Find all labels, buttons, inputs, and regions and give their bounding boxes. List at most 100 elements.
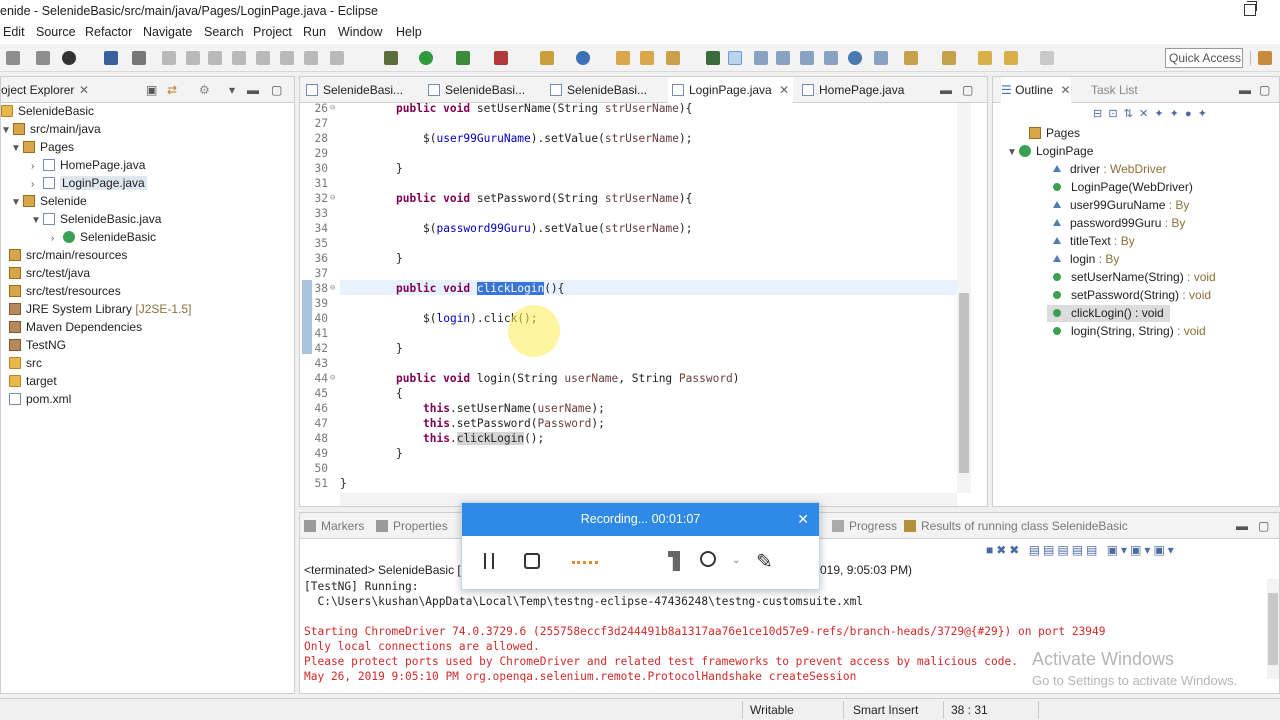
pause-icon[interactable] bbox=[484, 553, 494, 569]
new-java-project-icon[interactable] bbox=[540, 51, 554, 65]
filter-icon[interactable]: ⚙ bbox=[199, 83, 210, 97]
resume-icon[interactable] bbox=[162, 51, 176, 65]
suspend-icon[interactable] bbox=[186, 51, 200, 65]
perspective-icon[interactable] bbox=[1258, 51, 1272, 65]
tree-item-project[interactable]: SelenideBasic bbox=[1, 103, 94, 120]
new-icon[interactable] bbox=[6, 51, 20, 65]
tree-item-loginpage[interactable]: › LoginPage.java bbox=[31, 175, 147, 192]
chevron-right-icon[interactable]: › bbox=[31, 176, 41, 193]
tree-item-src-main-java[interactable]: ▼ src/main/java bbox=[1, 121, 101, 138]
open-type-icon[interactable] bbox=[616, 51, 630, 65]
menu-run[interactable]: Run bbox=[303, 25, 326, 39]
chevron-down-icon[interactable]: ▼ bbox=[11, 194, 21, 211]
search-icon[interactable] bbox=[666, 51, 680, 65]
tree-item-selenide[interactable]: ▼ Selenide bbox=[11, 193, 87, 210]
show-whitespace-icon[interactable] bbox=[754, 51, 768, 65]
tree-item-src-main-resources[interactable]: src/main/resources bbox=[9, 247, 127, 264]
close-tab-icon[interactable]: ✕ bbox=[79, 83, 89, 97]
tree-item-pom[interactable]: pom.xml bbox=[9, 391, 71, 408]
restore-window-icon[interactable] bbox=[1244, 1, 1257, 16]
task-list-tab[interactable]: Task List bbox=[1091, 83, 1138, 97]
outline-field-user[interactable]: user99GuruName : By bbox=[1053, 197, 1189, 214]
menu-refactor[interactable]: Refactor bbox=[85, 25, 132, 39]
chevron-down-icon[interactable]: ▼ bbox=[11, 140, 21, 157]
highlight-icon[interactable] bbox=[728, 51, 742, 65]
chevron-down-icon[interactable]: ▼ bbox=[1, 122, 11, 139]
step-return-icon[interactable] bbox=[304, 51, 318, 65]
outline-field-login[interactable]: login : By bbox=[1053, 251, 1119, 268]
maximize-icon[interactable]: ▢ bbox=[962, 83, 973, 97]
step-into-icon[interactable] bbox=[256, 51, 270, 65]
outline-field-driver[interactable]: driver : WebDriver bbox=[1053, 161, 1166, 178]
next-annotation-icon[interactable] bbox=[904, 51, 918, 65]
outline-method-setusername[interactable]: setUserName(String) : void bbox=[1053, 269, 1216, 286]
progress-tab[interactable]: Progress bbox=[832, 519, 897, 533]
link-editor-icon[interactable]: ⇄ bbox=[167, 83, 177, 97]
maximize-icon[interactable]: ▢ bbox=[1258, 519, 1269, 533]
editor-tab-selenidebasic-3[interactable]: SelenideBasi... bbox=[550, 83, 647, 97]
drop-to-frame-icon[interactable] bbox=[330, 51, 344, 65]
vertical-scrollbar[interactable] bbox=[957, 103, 971, 493]
properties-tab[interactable]: Properties bbox=[376, 519, 448, 533]
camera-icon[interactable] bbox=[668, 551, 680, 571]
outline-method-clicklogin[interactable]: clickLogin() : void bbox=[1047, 305, 1170, 322]
chevron-right-icon[interactable]: › bbox=[31, 158, 41, 175]
webcam-icon[interactable] bbox=[700, 551, 716, 567]
outline-tab[interactable]: ☰ Outline ✕ bbox=[1001, 77, 1071, 103]
menu-edit[interactable]: Edit bbox=[3, 25, 25, 39]
collapse-all-icon[interactable]: ▣ bbox=[146, 83, 157, 97]
tree-item-testng[interactable]: TestNG bbox=[9, 337, 66, 354]
save-icon[interactable] bbox=[36, 51, 50, 65]
close-tab-icon[interactable]: ✕ bbox=[1060, 83, 1070, 97]
outline-toolbar[interactable]: ⊟ ⊡ ⇅ ✕ ✦ ✦ ● ✦ bbox=[1093, 107, 1273, 123]
tree-item-target[interactable]: target bbox=[9, 373, 57, 390]
maximize-icon[interactable]: ▢ bbox=[1259, 83, 1270, 97]
outline-class[interactable]: ▼ LoginPage bbox=[1007, 143, 1093, 160]
editor-tab-homepage[interactable]: HomePage.java bbox=[802, 83, 904, 97]
menu-window[interactable]: Window bbox=[338, 25, 382, 39]
chevron-down-icon[interactable]: ▼ bbox=[31, 212, 41, 229]
tree-item-jre-library[interactable]: JRE System Library [J2SE-1.5] bbox=[9, 301, 191, 318]
project-explorer-tab[interactable]: oject Explorer bbox=[1, 83, 74, 97]
outline-package[interactable]: Pages bbox=[1029, 125, 1080, 142]
word-wrap-icon[interactable] bbox=[824, 51, 838, 65]
web-browser-icon[interactable] bbox=[848, 51, 862, 65]
menu-search[interactable]: Search bbox=[204, 25, 244, 39]
minimize-icon[interactable]: ▬ bbox=[1236, 519, 1248, 533]
open-task-icon[interactable] bbox=[640, 51, 654, 65]
tree-item-maven-deps[interactable]: Maven Dependencies bbox=[9, 319, 142, 336]
toggle-mark-icon[interactable] bbox=[800, 51, 814, 65]
back-icon[interactable] bbox=[1004, 51, 1018, 65]
minimize-icon[interactable]: ▬ bbox=[247, 83, 259, 97]
markers-tab[interactable]: Markers bbox=[304, 519, 364, 533]
minimize-icon[interactable]: ▬ bbox=[940, 83, 952, 97]
scrollbar-thumb[interactable] bbox=[959, 293, 969, 473]
tree-item-selenidebasic-class[interactable]: › SelenideBasic bbox=[51, 229, 156, 246]
profile-icon[interactable] bbox=[62, 51, 76, 65]
outline-method-setpassword[interactable]: setPassword(String) : void bbox=[1053, 287, 1211, 304]
pencil-icon[interactable]: ✎ bbox=[756, 549, 773, 574]
tree-item-src-test-resources[interactable]: src/test/resources bbox=[9, 283, 121, 300]
minimize-icon[interactable]: ▬ bbox=[1239, 83, 1251, 97]
skip-breakpoints-icon[interactable] bbox=[132, 51, 146, 65]
tree-item-pages[interactable]: ▼ Pages bbox=[11, 139, 74, 156]
previous-annotation-icon[interactable] bbox=[942, 51, 956, 65]
show-annotations-icon[interactable] bbox=[874, 51, 888, 65]
debug-icon[interactable] bbox=[384, 51, 398, 65]
outline-constructor[interactable]: LoginPage(WebDriver) bbox=[1053, 179, 1193, 196]
external-tools-icon[interactable] bbox=[494, 51, 508, 65]
quick-access-input[interactable]: Quick Access bbox=[1165, 48, 1243, 68]
outline-field-password[interactable]: password99Guru : By bbox=[1053, 215, 1185, 232]
menu-source[interactable]: Source bbox=[36, 25, 76, 39]
tree-item-src[interactable]: src bbox=[9, 355, 42, 372]
chevron-down-icon[interactable]: ▼ bbox=[1007, 144, 1017, 161]
editor-tab-selenidebasic-2[interactable]: SelenideBasi... bbox=[428, 83, 525, 97]
tree-item-selenidebasic-java[interactable]: ▼ SelenideBasic.java bbox=[31, 211, 161, 228]
forward-icon[interactable] bbox=[1040, 51, 1054, 65]
tree-item-src-test-java[interactable]: src/test/java bbox=[9, 265, 90, 282]
chevron-down-icon[interactable]: ⌄ bbox=[732, 555, 740, 566]
console-toolbar[interactable]: ■✖✖ ▤▤▤▤▤ ▣▾▣▾▣▾ bbox=[986, 543, 1276, 559]
coverage-icon[interactable] bbox=[456, 51, 470, 65]
last-edit-icon[interactable] bbox=[978, 51, 992, 65]
editor-tab-loginpage[interactable]: LoginPage.java ✕ bbox=[668, 77, 794, 103]
